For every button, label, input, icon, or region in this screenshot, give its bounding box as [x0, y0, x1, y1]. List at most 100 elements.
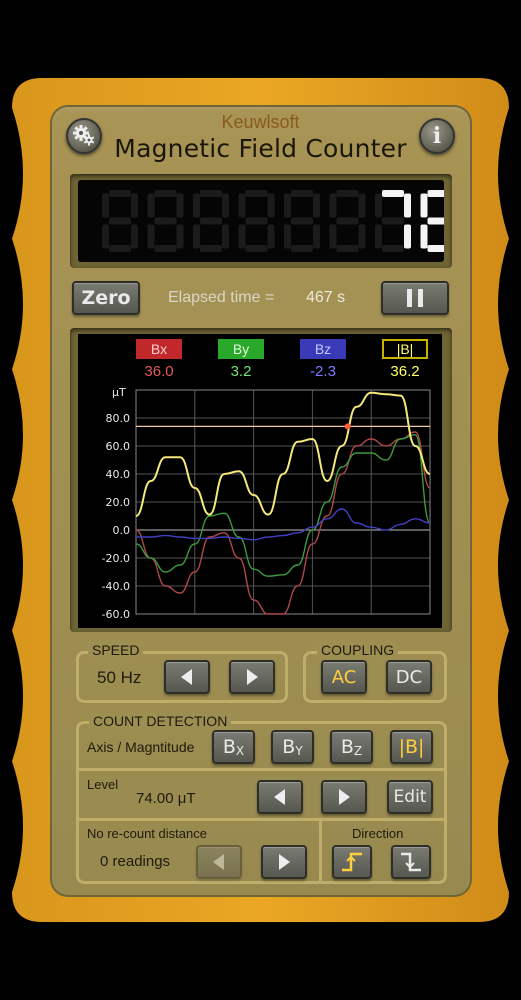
speed-decrease-button[interactable]	[164, 660, 210, 694]
digit-segment	[329, 224, 337, 249]
series-line-by	[135, 434, 431, 577]
digit-segment	[427, 190, 450, 197]
speed-increase-button[interactable]	[229, 660, 275, 694]
digit-segment	[222, 224, 229, 249]
axis-button-label: B	[282, 736, 296, 758]
direction-rising-button[interactable]	[332, 845, 372, 879]
digit-segment	[284, 193, 291, 218]
axis-button-label: B	[340, 736, 354, 758]
brand-label: Keuwlsoft	[221, 112, 300, 132]
digit-segment	[291, 245, 313, 252]
axis-by-button[interactable]: BY	[271, 730, 314, 764]
coupling-ac-button[interactable]: AC	[321, 660, 367, 694]
count-detection-title: COUNT DETECTION	[89, 713, 232, 729]
level-edit-button[interactable]: Edit	[387, 780, 433, 814]
pause-icon	[407, 289, 423, 307]
counter-display-frame	[70, 174, 457, 268]
y-tick-label: -40.0	[102, 580, 130, 593]
divider	[319, 821, 322, 881]
y-tick-label: -20.0	[102, 552, 130, 565]
axis-button-subscript: X	[235, 744, 245, 758]
elapsed-label: Elapsed time =	[168, 289, 275, 306]
zero-button[interactable]: Zero	[72, 281, 140, 315]
digit-segment	[358, 224, 366, 249]
y-tick-label: 60.0	[106, 440, 131, 453]
divider	[79, 818, 444, 821]
y-tick-label: -60.0	[102, 608, 130, 621]
axis-button-subscript: Y	[295, 744, 303, 758]
digit-segment	[382, 190, 404, 197]
divider	[79, 768, 444, 771]
axis-magnitude-button[interactable]: |B|	[390, 730, 433, 764]
y-tick-label: 20.0	[106, 496, 131, 509]
recount-decrease-button[interactable]	[196, 845, 242, 879]
digit-segment	[200, 217, 222, 225]
digit-segment	[404, 224, 411, 249]
digit-segment	[193, 224, 200, 249]
speed-title: SPEED	[88, 642, 144, 658]
digit-segment	[245, 217, 268, 225]
level-decrease-button[interactable]	[257, 780, 303, 814]
digit-segment	[420, 224, 428, 249]
digit-segment	[382, 217, 404, 225]
digit-segment	[200, 245, 222, 252]
digit-segment	[131, 224, 138, 249]
digit-segment	[427, 245, 450, 252]
digit-segment	[176, 224, 184, 249]
digit-segment	[336, 245, 359, 252]
recount-value: 0 readings	[100, 853, 171, 870]
digit-segment	[200, 190, 222, 197]
y-tick-label: 40.0	[106, 468, 131, 481]
series-line-bz	[136, 508, 431, 541]
digit-segment	[102, 193, 109, 218]
digit-segment	[329, 193, 337, 218]
arrow-right-icon	[247, 669, 258, 685]
axis-bz-button[interactable]: BZ	[330, 730, 373, 764]
digit-segment	[420, 193, 428, 218]
direction-falling-button[interactable]	[391, 845, 431, 879]
coupling-dc-button[interactable]: DC	[386, 660, 432, 694]
axis-label: Axis / Magntitude	[87, 739, 195, 755]
series-line-b	[135, 391, 431, 517]
pause-button[interactable]	[381, 281, 449, 315]
field-chart: 80.0 60.0 40.0 20.0 0.0 -20.0 -40.0 -60.0 μT	[102, 386, 431, 621]
digit-segment	[313, 193, 320, 218]
level-increase-button[interactable]	[321, 780, 367, 814]
speed-value: 50 Hz	[97, 668, 142, 687]
recount-increase-button[interactable]	[261, 845, 307, 879]
coupling-title: COUPLING	[317, 642, 399, 658]
elapsed-value: 467 s	[306, 289, 346, 306]
digit-segment	[245, 190, 268, 197]
digit-segment	[284, 224, 291, 249]
y-tick-label: 0.0	[113, 524, 131, 537]
digit-segment	[375, 193, 382, 218]
axis-button-subscript: Z	[353, 744, 363, 758]
digit-segment	[267, 224, 275, 249]
digit-segment	[382, 245, 404, 252]
rising-edge-icon	[342, 852, 362, 872]
digit-segment	[427, 217, 450, 225]
digit-segment	[176, 193, 184, 218]
digit-segment	[291, 217, 313, 225]
chart-frame: Bx 36.0 By 3.2 Bz -2.3 |B| 36.2 80.0 60.0 40.0 20.…	[70, 328, 452, 632]
count-marker	[344, 423, 351, 430]
digit-segment	[222, 193, 229, 218]
arrow-left-icon	[274, 789, 285, 805]
digit-segment	[336, 217, 359, 225]
level-label: Level	[87, 777, 119, 792]
recount-label: No re-count distance	[87, 826, 207, 841]
digit-segment	[238, 224, 246, 249]
axis-bx-button[interactable]: BX	[212, 730, 255, 764]
axis-button-label: |B|	[398, 736, 425, 758]
digit-segment	[375, 224, 382, 249]
level-value: 74.00 μT	[136, 790, 196, 807]
digit-segment	[109, 190, 131, 197]
counter-display	[78, 180, 457, 262]
digit-segment	[336, 190, 359, 197]
digit-segment	[147, 193, 155, 218]
digit-segment	[147, 224, 155, 249]
chart-area: Bx 36.0 By 3.2 Bz -2.3 |B| 36.2 80.0 60.0 40.0 20.…	[78, 334, 442, 628]
counter-digits	[102, 190, 457, 252]
digit-segment	[109, 217, 131, 225]
arrow-left-icon	[181, 669, 192, 685]
